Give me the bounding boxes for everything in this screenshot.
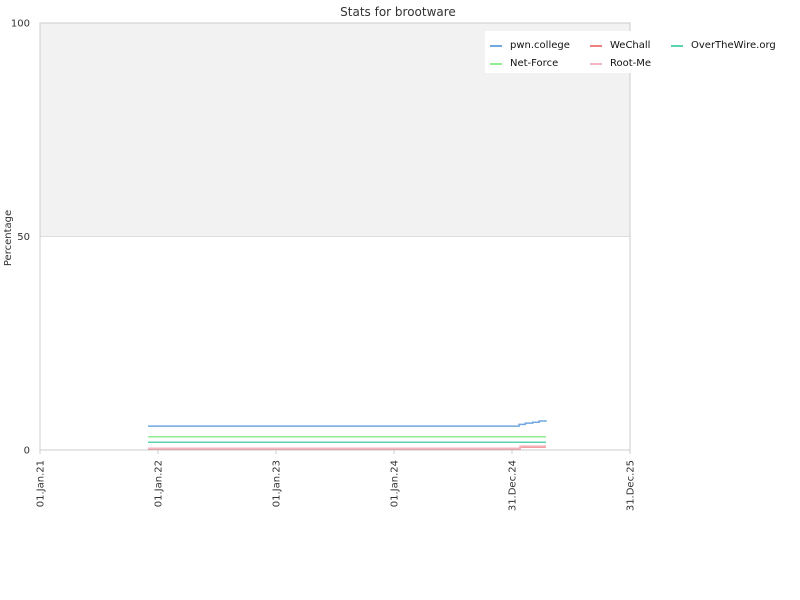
y-tick-label: 50 xyxy=(17,232,30,243)
y-axis-label: Percentage xyxy=(3,210,14,266)
x-tick-label: 01.Jan.23 xyxy=(272,460,283,507)
legend-label: Root-Me xyxy=(610,58,651,69)
x-tick-label: 31.Dec.25 xyxy=(626,460,637,511)
legend-label: Net-Force xyxy=(510,58,558,69)
chart: 0 50 100 01.Jan.21 01.Jan.22 01.Jan.23 01.Jan… xyxy=(0,0,800,600)
chart-title: Stats for brootware xyxy=(340,5,456,19)
x-tick-label: 01.Jan.24 xyxy=(390,460,401,507)
legend-label: WeChall xyxy=(610,40,650,51)
legend-label: OverTheWire.org xyxy=(691,40,776,51)
y-tick-label: 0 xyxy=(24,446,30,457)
x-tick-label: 31.Dec.24 xyxy=(508,460,519,511)
legend: pwn.college WeChall OverTheWire.org Net-For… xyxy=(485,31,785,73)
x-tick-label: 01.Jan.22 xyxy=(154,460,165,507)
legend-label: pwn.college xyxy=(510,40,570,51)
y-tick-label: 100 xyxy=(11,19,30,30)
x-tick-label: 01.Jan.21 xyxy=(36,460,47,507)
